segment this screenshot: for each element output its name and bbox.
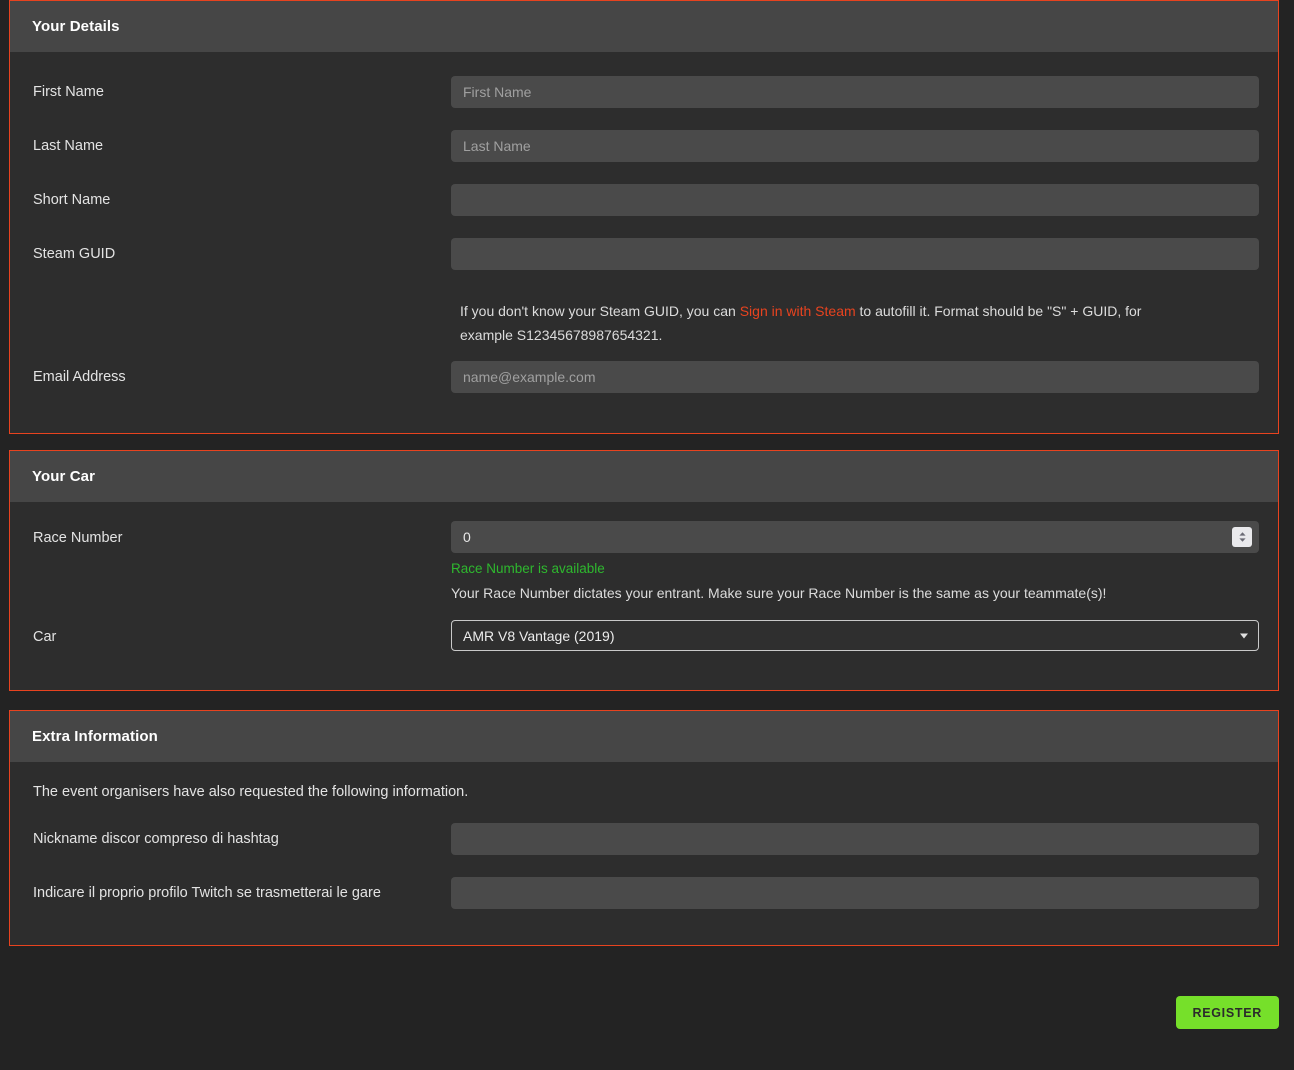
sign-in-with-steam-link[interactable]: Sign in with Steam [740,303,856,319]
extra-1-input[interactable] [451,823,1259,855]
panel-your-car-title: Your Car [32,468,96,485]
first-name-control [451,76,1279,108]
extra-information-intro: The event organisers have also requested… [33,784,469,800]
race-number-control: Race Number is available Your Race Numbe… [451,521,1279,603]
extra-2-label: Indicare il proprio profilo Twitch se tr… [33,885,381,901]
form-row-extra-2: Indicare il proprio profilo Twitch se tr… [10,877,1278,909]
panel-your-details: Your Details First Name Last Name Short … [9,0,1279,434]
race-number-field-wrap [451,521,1259,553]
panel-extra-information: Extra Information The event organisers h… [9,710,1279,946]
email-address-input[interactable] [451,361,1259,393]
car-select[interactable]: AMR V8 Vantage (2019) [451,620,1259,651]
race-number-availability: Race Number is available [451,561,605,576]
short-name-control [451,184,1279,216]
extra-2-control [451,877,1279,909]
steam-guid-help-text: If you don't know your Steam GUID, you c… [460,299,1160,347]
first-name-label: First Name [33,84,104,100]
last-name-control [451,130,1279,162]
panel-your-car: Your Car Race Number Race Numb [9,450,1279,691]
form-row-first-name: First Name [10,76,1278,108]
extra-1-label: Nickname discor compreso di hashtag [33,831,279,847]
email-address-label: Email Address [33,369,126,385]
panel-your-car-header: Your Car [10,451,1278,502]
car-control: AMR V8 Vantage (2019) [451,620,1279,651]
car-select-value: AMR V8 Vantage (2019) [463,627,615,644]
quantity-stepper[interactable] [1232,527,1252,547]
action-bar: REGISTER [0,996,1279,1029]
extra-1-control [451,823,1279,855]
race-number-hint: Your Race Number dictates your entrant. … [451,585,1107,601]
registration-page: Your Details First Name Last Name Short … [0,0,1294,1070]
last-name-input[interactable] [451,130,1259,162]
short-name-input[interactable] [451,184,1259,216]
form-row-race-number: Race Number Race Number is available You… [10,521,1278,603]
form-row-car: Car AMR V8 Vantage (2019) [10,620,1278,651]
panel-your-details-header: Your Details [10,1,1278,52]
panel-extra-information-header: Extra Information [10,711,1278,762]
short-name-label: Short Name [33,192,111,208]
steam-guid-control [451,238,1279,270]
chevron-down-icon [1240,633,1248,638]
race-number-input[interactable] [451,521,1259,553]
register-button[interactable]: REGISTER [1175,996,1279,1029]
last-name-label: Last Name [33,138,104,154]
form-row-short-name: Short Name [10,184,1278,216]
race-number-label: Race Number [33,530,123,546]
panel-your-details-title: Your Details [32,18,120,35]
extra-2-input[interactable] [451,877,1259,909]
steam-help-before: If you don't know your Steam GUID, you c… [460,303,740,319]
email-address-control [451,361,1279,393]
car-label: Car [33,629,57,645]
form-row-email-address: Email Address [10,361,1278,393]
steam-guid-input[interactable] [451,238,1259,270]
steam-guid-label: Steam GUID [33,246,116,262]
form-row-last-name: Last Name [10,130,1278,162]
form-row-steam-guid: Steam GUID [10,238,1278,270]
first-name-input[interactable] [451,76,1259,108]
panel-extra-information-title: Extra Information [32,728,158,745]
form-row-extra-1: Nickname discor compreso di hashtag [10,823,1278,855]
